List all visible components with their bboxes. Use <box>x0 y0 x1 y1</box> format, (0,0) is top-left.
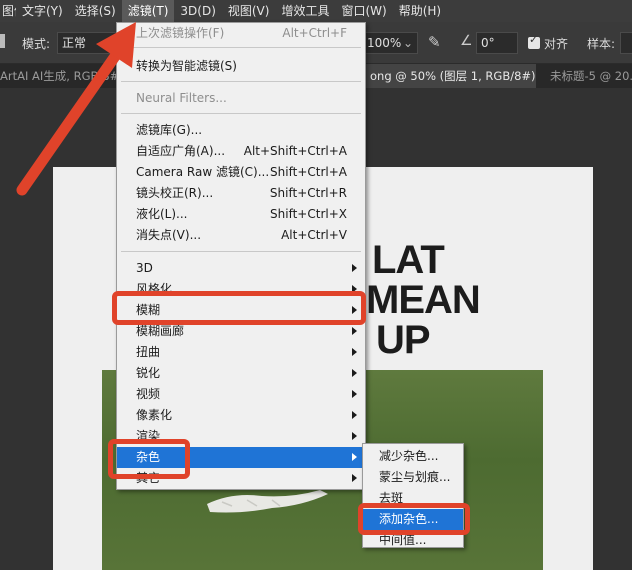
mode-label: 模式: <box>22 37 51 51</box>
menu-item-label: Camera Raw 滤镜(C)... <box>136 165 270 179</box>
menu-item-label: 像素化 <box>136 408 173 422</box>
menu-item-distort[interactable]: 扭曲 <box>117 342 365 363</box>
menu-item-filter-gallery[interactable]: 滤镜库(G)... <box>117 120 365 141</box>
tab-active-doc[interactable]: ong @ 50% (图层 1, RGB/8#) <box>364 64 536 88</box>
canvas-text-line2: MEAN <box>366 278 481 322</box>
menu-item-camera-raw[interactable]: Camera Raw 滤镜(C)... Shift+Ctrl+A <box>117 162 365 183</box>
menu-separator <box>121 47 361 48</box>
menu-item-label: 3D <box>136 261 153 275</box>
angle-input[interactable]: 0° <box>476 32 518 54</box>
menu-item-label: 转换为智能滤镜(S) <box>136 59 237 73</box>
menu-item-video[interactable]: 视频 <box>117 384 365 405</box>
menu-separator <box>121 251 361 252</box>
align-checkbox[interactable]: ✓ <box>528 33 540 49</box>
menu-item-adaptive-wide-angle[interactable]: 自适应广角(A)... Alt+Shift+Ctrl+A <box>117 141 365 162</box>
submenu-arrow-icon <box>352 264 357 272</box>
menu-plugins[interactable]: 增效工具 <box>275 0 335 22</box>
menu-item-label: Neural Filters... <box>136 91 227 105</box>
menu-item-convert-smart-filter[interactable]: 转换为智能滤镜(S) <box>117 56 365 77</box>
menu-image[interactable]: 图像(I) <box>0 0 16 22</box>
menu-item-label: 扭曲 <box>136 345 161 359</box>
annotation-box-noise <box>108 439 190 479</box>
menu-item-vanishing-point[interactable]: 消失点(V)... Alt+Ctrl+V <box>117 225 365 246</box>
menu-item-label: 消失点(V)... <box>136 228 202 242</box>
align-label: 对齐 <box>544 37 569 51</box>
menu-filter[interactable]: 滤镜(T) <box>121 0 175 22</box>
tab-untitled-5[interactable]: 未标题-5 @ 20. <box>544 64 632 88</box>
canvas-text-line3: UP <box>376 318 431 362</box>
menu-item-label: 上次滤镜操作(F) <box>136 26 225 40</box>
submenu-arrow-icon <box>352 327 357 335</box>
submenu-arrow-icon <box>352 390 357 398</box>
menu-item-label: 锐化 <box>136 366 161 380</box>
menu-item-label: 模糊画廊 <box>136 324 185 338</box>
annotation-box-blur <box>112 291 366 325</box>
menu-bar: 图像(I) 文字(Y) 选择(S) 滤镜(T) 3D(D) 视图(V) 增效工具… <box>0 0 632 22</box>
menu-item-liquify[interactable]: 液化(L)... Shift+Ctrl+X <box>117 204 365 225</box>
menu-view[interactable]: 视图(V) <box>222 0 276 22</box>
annotation-box-add-noise <box>358 503 470 535</box>
submenu-arrow-icon <box>352 474 357 482</box>
submenu-arrow-icon <box>352 453 357 461</box>
zoom-select[interactable]: 100% ⌄ <box>362 32 418 54</box>
zoom-value: 100% <box>367 36 402 50</box>
menu-help[interactable]: 帮助(H) <box>393 0 447 22</box>
menu-item-3d[interactable]: 3D <box>117 258 365 279</box>
shortcut-label: Alt+Ctrl+V <box>281 228 347 242</box>
sample-label: 样本: <box>587 37 616 51</box>
menu-type[interactable]: 文字(Y) <box>16 0 69 22</box>
angle-icon: ∠ <box>460 33 473 49</box>
menu-item-lens-correction[interactable]: 镜头校正(R)... Shift+Ctrl+R <box>117 183 365 204</box>
submenu-item-dust-scratches[interactable]: 蒙尘与划痕... <box>363 467 463 488</box>
menu-select[interactable]: 选择(S) <box>69 0 122 22</box>
sample-select[interactable] <box>620 32 632 54</box>
menu-separator <box>121 113 361 114</box>
submenu-item-reduce-noise[interactable]: 减少杂色... <box>363 446 463 467</box>
tab-artai[interactable]: ArtAI AI生成, RGB/8#) <box>0 64 118 88</box>
menu-item-label: 镜头校正(R)... <box>136 186 214 200</box>
canvas-text-line1: LAT <box>372 238 445 282</box>
shortcut-label: Shift+Ctrl+A <box>270 165 347 179</box>
filter-menu: 上次滤镜操作(F) Alt+Ctrl+F 转换为智能滤镜(S) Neural F… <box>116 22 366 490</box>
menu-item-neural-filters: Neural Filters... <box>117 88 365 109</box>
shortcut-label: Alt+Ctrl+F <box>282 26 347 40</box>
submenu-arrow-icon <box>352 432 357 440</box>
chevron-down-icon: ⌄ <box>402 36 413 50</box>
menu-separator <box>121 81 361 82</box>
menu-item-pixelate[interactable]: 像素化 <box>117 405 365 426</box>
tool-preset-icon[interactable] <box>0 34 5 48</box>
airbrush-icon[interactable]: ✎ <box>428 33 441 51</box>
shortcut-label: Shift+Ctrl+X <box>270 207 347 221</box>
menu-item-label: 视频 <box>136 387 161 401</box>
shortcut-label: Alt+Shift+Ctrl+A <box>243 144 347 158</box>
menu-3d[interactable]: 3D(D) <box>174 0 221 22</box>
menu-window[interactable]: 窗口(W) <box>335 0 392 22</box>
menu-item-last-filter: 上次滤镜操作(F) Alt+Ctrl+F <box>117 23 365 44</box>
submenu-arrow-icon <box>352 369 357 377</box>
mode-select[interactable]: 正常 <box>57 32 117 54</box>
check-icon: ✓ <box>529 33 539 46</box>
menu-item-label: 滤镜库(G)... <box>136 123 203 137</box>
menu-item-label: 自适应广角(A)... <box>136 144 226 158</box>
shortcut-label: Shift+Ctrl+R <box>269 186 347 200</box>
submenu-arrow-icon <box>352 411 357 419</box>
menu-item-sharpen[interactable]: 锐化 <box>117 363 365 384</box>
menu-item-label: 液化(L)... <box>136 207 188 221</box>
submenu-arrow-icon <box>352 348 357 356</box>
